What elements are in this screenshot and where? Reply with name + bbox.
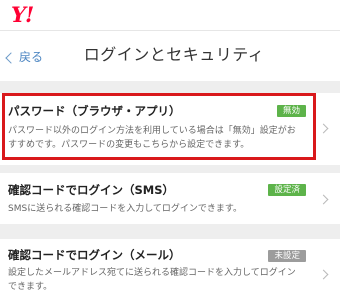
status-badge: 未設定 [268,250,306,262]
status-badge: 設定済 [268,184,306,196]
row-description: パスワード以外のログイン方法を利用している場合は「無効」設定がおすすめです。パス… [8,126,296,150]
row-description: SMSに送られる確認コードを入力してログインできます。 [8,204,243,214]
page-title: ログインとセキュリティ [83,45,265,64]
chevron-right-icon [318,123,329,134]
section-divider [0,81,340,93]
navigation-bar: 戻る ログインとセキュリティ [0,31,340,81]
email-code-login-row[interactable]: 確認コードでログイン（メール） 未設定 設定したメールアドレス宛てに送られる確認… [0,239,340,299]
status-badge: 無効 [276,105,306,117]
section-divider [0,165,340,173]
row-description: 設定したメールアドレス宛てに送られる確認コードを入力してログインできます。 [8,268,296,292]
top-bar: Y! [0,0,340,31]
chevron-right-icon [318,194,329,205]
row-title: パスワード（ブラウザ・アプリ） [8,104,181,118]
row-title: 確認コードでログイン（SMS） [8,183,175,197]
password-settings-row[interactable]: パスワード（ブラウザ・アプリ） 無効 パスワード以外のログイン方法を利用している… [0,93,340,164]
section-divider [0,224,340,239]
chevron-right-icon [318,269,329,280]
row-title: 確認コードでログイン（メール） [8,248,181,262]
sms-code-login-row[interactable]: 確認コードでログイン（SMS） 設定済 SMSに送られる確認コードを入力してログ… [0,173,340,224]
yahoo-logo[interactable]: Y! [11,3,34,27]
